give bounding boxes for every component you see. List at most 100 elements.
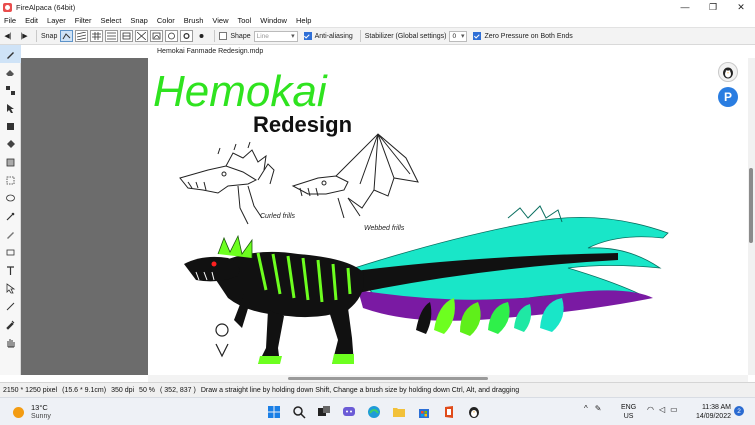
menu-layer[interactable]: Layer (47, 16, 66, 25)
chevron-up-icon[interactable]: ^ (584, 404, 588, 413)
divide-pen-icon (6, 302, 15, 310)
snap-off-button[interactable] (60, 30, 74, 42)
menu-window[interactable]: Window (260, 16, 287, 25)
tool-eraser[interactable] (0, 63, 21, 81)
bucket-icon (7, 139, 15, 148)
tool-fill[interactable] (0, 117, 21, 135)
menu-tool[interactable]: Tool (238, 16, 252, 25)
weather-temperature[interactable]: 13°C (31, 403, 48, 412)
snap-settings-button[interactable] (180, 30, 194, 42)
snap-circle-button[interactable] (135, 30, 149, 42)
office-button[interactable] (439, 402, 458, 422)
snap-ellipse-button[interactable] (165, 30, 179, 42)
pen-tray-icon[interactable]: ✎ (595, 404, 602, 413)
snap-curve-button[interactable] (150, 30, 164, 42)
snap-parallel-icon (77, 32, 87, 40)
minimize-button[interactable]: — (671, 0, 699, 14)
wifi-icon[interactable]: ◠ (647, 405, 654, 414)
tool-hand[interactable] (0, 333, 21, 351)
chat-button[interactable] (339, 402, 358, 422)
store-button[interactable] (414, 402, 433, 422)
tool-gradient[interactable] (0, 153, 21, 171)
tool-eyedropper[interactable] (0, 315, 21, 333)
drawing-canvas[interactable]: Hemokai Redesign Curled frills Webbed fr… (148, 58, 748, 375)
snap-parallel-button[interactable] (75, 30, 89, 42)
sun-icon[interactable] (13, 407, 24, 418)
snap-radial-icon (122, 32, 131, 40)
snap-dot-button[interactable] (195, 30, 208, 42)
volume-icon[interactable]: ◁ (659, 405, 665, 414)
menu-bar: File Edit Layer Filter Select Snap Color… (0, 14, 755, 27)
toolbar-divider (36, 30, 37, 42)
document-tab[interactable]: Hemokai Fanmade Redesign.mdp (148, 46, 388, 58)
search-button[interactable] (289, 402, 308, 422)
menu-brush[interactable]: Brush (184, 16, 204, 25)
notification-badge[interactable]: 2 (734, 406, 744, 416)
maximize-button[interactable]: ❐ (699, 0, 727, 14)
region-code: US (623, 413, 634, 420)
tool-magic-wand[interactable] (0, 207, 21, 225)
menu-snap[interactable]: Snap (130, 16, 148, 25)
weather-description[interactable]: Sunny (31, 413, 51, 420)
p-app-icon[interactable]: P (718, 87, 738, 107)
tool-operation[interactable] (0, 279, 21, 297)
stabilizer-select[interactable]: 0 (449, 30, 468, 42)
edge-button[interactable] (364, 402, 383, 422)
horizontal-scroll-thumb[interactable] (288, 377, 488, 380)
clock[interactable]: 11:38 AM 14/09/2022 (693, 403, 731, 421)
menu-filter[interactable]: Filter (75, 16, 92, 25)
toolbar-divider (359, 30, 361, 42)
tool-text[interactable] (0, 261, 21, 279)
taskbar: 13°C Sunny ^ ✎ ENG US ◠ ◁ ▭ 11:38 AM 14/… (0, 397, 755, 425)
snap-radial-button[interactable] (120, 30, 134, 42)
menu-file[interactable]: File (4, 16, 16, 25)
tool-select-eraser[interactable] (0, 243, 21, 261)
tool-divide[interactable] (0, 297, 21, 315)
shape-select[interactable]: Line (253, 30, 298, 42)
redo-arrow-icon[interactable]: |▶ (16, 29, 32, 43)
cursor-coordinates: ( 352, 837 ) (160, 386, 196, 394)
tool-brush[interactable] (0, 45, 21, 63)
menu-view[interactable]: View (212, 16, 228, 25)
canvas-size-pixels: 2150 * 1250 pixel (3, 386, 58, 394)
language-indicator[interactable]: ENG US (621, 403, 636, 421)
vertical-scrollbar[interactable] (748, 58, 755, 375)
start-button[interactable] (264, 402, 283, 422)
battery-icon[interactable]: ▭ (670, 405, 678, 414)
penguin-app-icon (468, 407, 479, 418)
tool-select-pen[interactable] (0, 225, 21, 243)
zero-pressure-checkbox[interactable] (473, 32, 482, 40)
title-bar: FireAlpaca (64bit) — ❐ ✕ (0, 0, 755, 14)
undo-arrow-icon[interactable]: ◀| (0, 29, 16, 43)
menu-color[interactable]: Color (157, 16, 175, 25)
select-eraser-icon (6, 249, 15, 255)
close-button[interactable]: ✕ (727, 0, 755, 14)
tool-move[interactable] (0, 99, 21, 117)
menu-select[interactable]: Select (100, 16, 121, 25)
shape-checkbox[interactable] (219, 32, 228, 40)
firealpaca-taskbar-button[interactable] (464, 402, 483, 422)
tool-dot[interactable] (0, 81, 21, 99)
zero-pressure-label: Zero Pressure on Both Ends (484, 32, 573, 40)
menu-edit[interactable]: Edit (25, 16, 38, 25)
horizontal-scrollbar[interactable] (148, 375, 748, 382)
snap-crisscross-button[interactable] (90, 30, 104, 42)
tool-hint: Draw a straight line by holding down Shi… (200, 386, 520, 394)
snap-vanishing-button[interactable] (105, 30, 119, 42)
vertical-scroll-thumb[interactable] (749, 168, 753, 243)
task-view-button[interactable] (314, 402, 333, 422)
dragon-illustration (184, 205, 669, 364)
move-arrow-icon (7, 103, 14, 113)
tool-select-rect[interactable] (0, 171, 21, 189)
taskbar-apps (264, 402, 489, 422)
menu-help[interactable]: Help (296, 16, 311, 25)
anti-aliasing-checkbox[interactable] (303, 32, 312, 40)
avatar[interactable] (718, 62, 738, 82)
snap-ellipse-icon (168, 32, 176, 40)
tool-bucket[interactable] (0, 135, 21, 153)
chat-icon (342, 407, 355, 416)
tool-lasso[interactable] (0, 189, 21, 207)
file-explorer-button[interactable] (389, 402, 408, 422)
snap-vanishing-icon (107, 32, 117, 40)
snap-gear-icon (183, 32, 190, 40)
